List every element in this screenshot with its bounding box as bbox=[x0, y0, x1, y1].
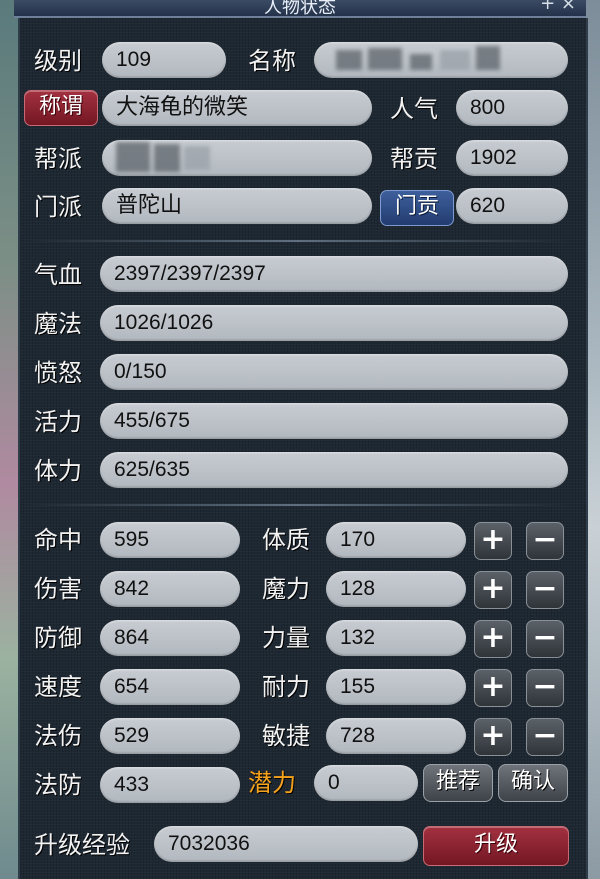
level-field: 109 bbox=[102, 42, 226, 78]
magic-defense-label: 法防 bbox=[34, 771, 82, 799]
section-divider bbox=[22, 240, 570, 242]
hp-field: 2397/2397/2397 bbox=[100, 256, 568, 292]
endurance-minus-button[interactable]: − bbox=[526, 669, 564, 707]
vitality-field: 455/675 bbox=[100, 403, 568, 439]
name-label: 名称 bbox=[248, 47, 296, 75]
strength-field: 132 bbox=[326, 620, 466, 656]
vitality-label: 活力 bbox=[34, 408, 82, 436]
agility-plus-button[interactable]: + bbox=[474, 718, 512, 756]
constitution-label: 体质 bbox=[262, 526, 310, 554]
constitution-plus-button[interactable]: + bbox=[474, 522, 512, 560]
background-left-edge bbox=[0, 0, 20, 879]
potential-field: 0 bbox=[314, 765, 418, 801]
stamina-label: 体力 bbox=[34, 457, 82, 485]
stamina-field: 625/635 bbox=[100, 452, 568, 488]
upgrade-exp-label: 升级经验 bbox=[34, 831, 130, 859]
constitution-minus-button[interactable]: − bbox=[526, 522, 564, 560]
accuracy-field: 595 bbox=[100, 522, 240, 558]
damage-field: 842 bbox=[100, 571, 240, 607]
speed-label: 速度 bbox=[34, 673, 82, 701]
name-redacted-1 bbox=[336, 50, 362, 70]
agility-minus-button[interactable]: − bbox=[526, 718, 564, 756]
magic-power-minus-button[interactable]: − bbox=[526, 571, 564, 609]
magic-defense-field: 433 bbox=[100, 767, 240, 803]
hp-label: 气血 bbox=[34, 261, 82, 289]
contribution-field: 1902 bbox=[456, 140, 568, 176]
mp-label: 魔法 bbox=[34, 310, 82, 338]
strength-minus-button[interactable]: − bbox=[526, 620, 564, 658]
window-title: 人物状态 bbox=[264, 0, 336, 18]
constitution-field: 170 bbox=[326, 522, 466, 558]
endurance-plus-button[interactable]: + bbox=[474, 669, 512, 707]
magic-damage-label: 法伤 bbox=[34, 722, 82, 750]
upgrade-button[interactable]: 升级 bbox=[423, 826, 569, 866]
defense-label: 防御 bbox=[34, 624, 82, 652]
gang-redacted-1 bbox=[116, 142, 150, 172]
anger-field: 0/150 bbox=[100, 354, 568, 390]
school-label: 门派 bbox=[34, 193, 82, 221]
upgrade-exp-field: 7032036 bbox=[154, 826, 418, 862]
endurance-label: 耐力 bbox=[262, 673, 310, 701]
magic-power-field: 128 bbox=[326, 571, 466, 607]
gang-redacted-3 bbox=[184, 146, 210, 170]
strength-plus-button[interactable]: + bbox=[474, 620, 512, 658]
magic-power-label: 魔力 bbox=[262, 575, 310, 603]
magic-power-plus-button[interactable]: + bbox=[474, 571, 512, 609]
endurance-field: 155 bbox=[326, 669, 466, 705]
school-contribution-button[interactable]: 门贡 bbox=[380, 190, 454, 226]
title-button[interactable]: 称谓 bbox=[24, 90, 98, 126]
potential-label: 潜力 bbox=[248, 769, 296, 797]
gang-redacted-2 bbox=[154, 144, 180, 172]
window-titlebar[interactable]: 人物状态 + × bbox=[14, 0, 586, 18]
anger-label: 愤怒 bbox=[34, 359, 82, 387]
gang-label: 帮派 bbox=[34, 145, 82, 173]
confirm-button[interactable]: 确认 bbox=[498, 764, 568, 802]
speed-field: 654 bbox=[100, 669, 240, 705]
strength-label: 力量 bbox=[262, 624, 310, 652]
section-divider bbox=[22, 504, 570, 506]
defense-field: 864 bbox=[100, 620, 240, 656]
level-label: 级别 bbox=[34, 47, 82, 75]
recommend-button[interactable]: 推荐 bbox=[423, 764, 493, 802]
title-field: 大海龟的微笑 bbox=[102, 90, 372, 126]
mp-field: 1026/1026 bbox=[100, 305, 568, 341]
damage-label: 伤害 bbox=[34, 575, 82, 603]
magic-damage-field: 529 bbox=[100, 718, 240, 754]
window-controls[interactable]: + × bbox=[540, 0, 576, 13]
contribution-label: 帮贡 bbox=[390, 145, 438, 173]
name-redacted-4 bbox=[440, 50, 470, 70]
agility-field: 728 bbox=[326, 718, 466, 754]
agility-label: 敏捷 bbox=[262, 722, 310, 750]
school-contribution-field: 620 bbox=[456, 188, 568, 224]
popularity-field: 800 bbox=[456, 90, 568, 126]
school-field: 普陀山 bbox=[102, 188, 372, 224]
name-redacted-5 bbox=[476, 46, 500, 70]
popularity-label: 人气 bbox=[390, 95, 438, 123]
accuracy-label: 命中 bbox=[34, 526, 82, 554]
name-redacted-2 bbox=[368, 48, 402, 70]
name-redacted-3 bbox=[410, 54, 432, 70]
